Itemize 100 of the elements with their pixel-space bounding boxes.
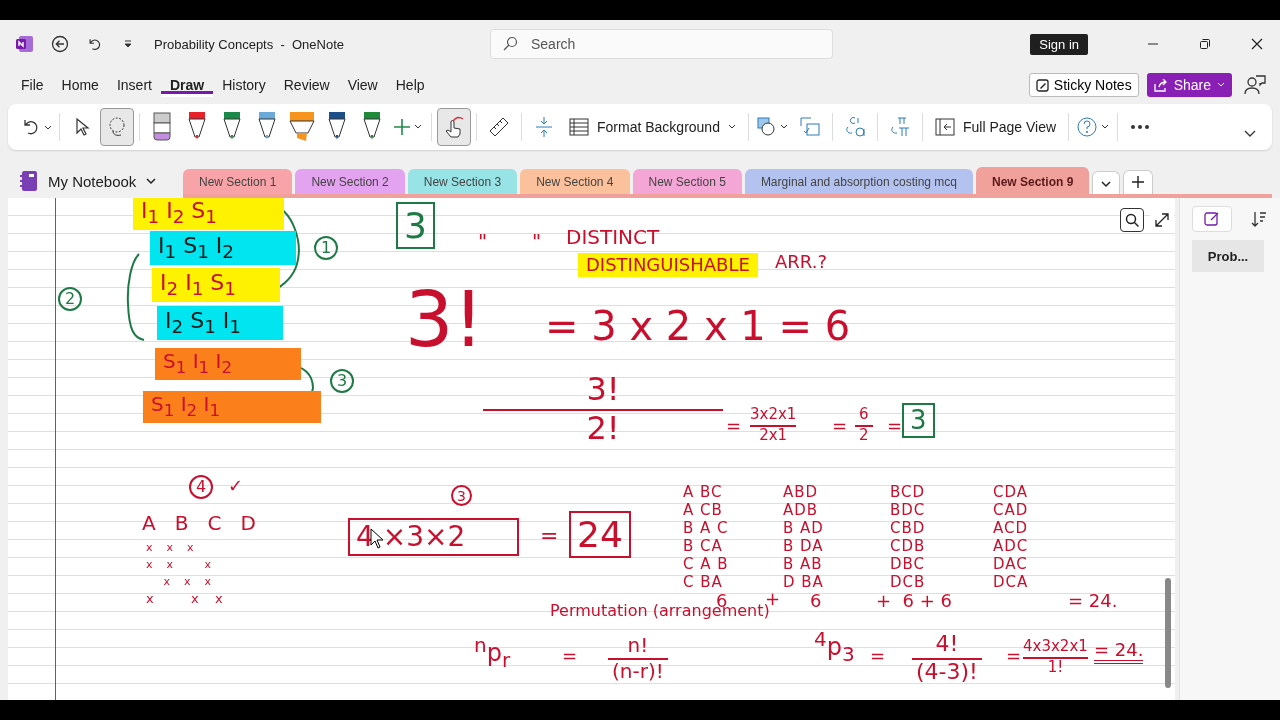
handwritten-text: DISTINGUISHABLE <box>586 254 750 275</box>
mouse-pointer-icon <box>370 528 384 550</box>
handwritten-text: 6 <box>810 591 822 611</box>
handwritten-text: x x x <box>146 592 223 607</box>
handwritten-fraction: 4! (4-3)! <box>912 632 982 685</box>
new-page-button[interactable] <box>1192 206 1232 232</box>
scrollbar-thumb[interactable] <box>1165 578 1171 688</box>
menu-tab[interactable]: File <box>12 73 53 97</box>
eraser-icon <box>152 112 172 142</box>
section-tab[interactable]: New Section 4 <box>520 169 630 194</box>
handwritten-text: $^{4}$p$_{3}$ <box>814 628 855 665</box>
more-icon <box>1130 124 1151 130</box>
caret-icon <box>1217 82 1225 88</box>
page-view-icon <box>934 117 955 137</box>
plus-icon <box>1132 176 1145 188</box>
format-background-button[interactable]: Format Background <box>562 108 743 146</box>
handwritten-list: ABD ADB B AD B DA B AB D BA <box>783 483 824 591</box>
pointer-icon <box>74 117 90 137</box>
circled-number: 4 <box>189 475 213 499</box>
handwritten-text: = <box>726 416 742 436</box>
handwritten-text: = 24. <box>1068 591 1118 611</box>
handwritten-text: x x x <box>146 542 194 555</box>
handwritten-text: ✓ <box>228 476 244 496</box>
handwritten-text: I$_{1}$ I$_{2}$ S$_{1}$ <box>141 198 217 223</box>
sign-in-button[interactable]: Sign in <box>1030 33 1088 55</box>
handwritten-fraction: n! (n-r)! <box>608 634 668 682</box>
handwritten-fraction: 4x3x2x1 1! <box>1023 638 1088 675</box>
ink-to-shape-icon <box>797 115 822 139</box>
handwritten-list: CDA CAD ACD ADC DAC DCA <box>993 483 1029 591</box>
note-pencil-icon <box>1035 78 1049 92</box>
handwritten-fraction: 3x2x1 2x1 <box>750 406 797 443</box>
handwritten-text: ARR.? <box>775 252 827 272</box>
notebook-icon <box>20 170 38 192</box>
handwritten-text: = <box>562 646 578 666</box>
caret-icon <box>123 39 133 49</box>
menu-tab[interactable]: Review <box>274 73 339 97</box>
section-tab[interactable]: Marginal and absorption costing mcq <box>744 169 973 194</box>
handwritten-list: A BC A CB B A C B CA C A B C BA <box>683 483 729 591</box>
handwritten-text: $^{n}$p$_{r}$ <box>474 634 511 671</box>
section-tab[interactable]: New Section 9 <box>976 167 1090 194</box>
circled-number: 2 <box>58 287 82 311</box>
undo-icon <box>21 117 51 137</box>
touch-button[interactable] <box>437 108 471 146</box>
handwritten-text: I$_{2}$ I$_{1}$ S$_{1}$ <box>160 270 236 295</box>
plus-icon <box>393 117 423 137</box>
ribbon-collapse-caret-icon[interactable] <box>1244 130 1256 138</box>
menu-tab[interactable]: Insert <box>107 73 161 97</box>
handwritten-text: = <box>1006 646 1022 666</box>
help-icon <box>1077 116 1110 138</box>
section-tab[interactable]: New Section 1 <box>183 169 293 194</box>
circled-number: 3 <box>451 485 472 506</box>
boxed-handwriting: 24 <box>569 511 631 559</box>
section-tab[interactable]: New Section 5 <box>632 169 742 194</box>
add-section-button[interactable] <box>1123 170 1154 194</box>
handwritten-fraction: 6 2 <box>855 406 873 443</box>
handwritten-fraction: 3! 2! <box>483 372 723 447</box>
notebook-picker[interactable]: My Notebook <box>0 170 175 198</box>
boxed-handwriting: 3 <box>396 202 435 250</box>
restore-icon <box>1199 38 1211 50</box>
circled-number: 1 <box>314 236 338 260</box>
menu-tab[interactable]: View <box>338 73 387 97</box>
handwritten-text: = 3 x 2 x 1 = 6 <box>545 304 851 348</box>
sticky-notes-button[interactable]: Sticky Notes <box>1028 73 1139 97</box>
boxed-handwriting: 4 ×3×2 <box>348 518 519 556</box>
handwritten-text: S$_{1}$ I$_{1}$ I$_{2}$ <box>163 349 233 373</box>
search-button[interactable] <box>1120 208 1144 232</box>
menu-tab[interactable]: History <box>213 73 275 97</box>
handwritten-text: 3! <box>405 278 484 362</box>
share-icon <box>1153 78 1168 92</box>
search-field[interactable]: Search <box>490 29 833 59</box>
undo-icon <box>87 37 101 51</box>
handwritten-text: = <box>832 416 848 436</box>
circled-number: 3 <box>330 369 354 393</box>
page-item[interactable]: Prob... <box>1192 240 1264 272</box>
section-tab[interactable]: New Section 3 <box>407 169 518 194</box>
caret-icon <box>727 124 736 130</box>
handwritten-text: " <box>532 230 542 252</box>
menu-tab[interactable]: Draw <box>160 73 214 97</box>
vertical-arrows-icon <box>534 116 554 138</box>
handwritten-text: + 6 + 6 <box>876 591 952 611</box>
handwritten-list: BCD BDC CBD CDB DBC DCB <box>890 483 926 591</box>
menu-tab[interactable]: Home <box>52 73 108 97</box>
diagonal-arrows-icon <box>1155 213 1169 227</box>
new-page-icon <box>1204 211 1220 227</box>
sections-caret-button[interactable] <box>1092 171 1121 194</box>
feedback-icon[interactable] <box>1244 74 1266 96</box>
boxed-handwriting: 3 <box>902 403 935 439</box>
handwritten-text: " <box>478 230 488 252</box>
lasso-icon <box>106 116 128 138</box>
share-button[interactable]: Share <box>1146 73 1232 97</box>
handwritten-text: I$_{2}$ S$_{1}$ I$_{1}$ <box>165 308 241 333</box>
menu-tab[interactable]: Help <box>386 73 434 97</box>
sort-icon <box>1251 211 1267 227</box>
handwritten-text: x x x <box>146 559 211 572</box>
full-page-view-button[interactable]: Full Page View <box>927 108 1064 146</box>
highlighter-icon <box>289 111 315 143</box>
handwritten-result: = 24. <box>1094 640 1144 664</box>
close-icon <box>1251 38 1263 50</box>
ruled-grid-icon <box>569 117 589 137</box>
section-tab[interactable]: New Section 2 <box>295 169 405 194</box>
